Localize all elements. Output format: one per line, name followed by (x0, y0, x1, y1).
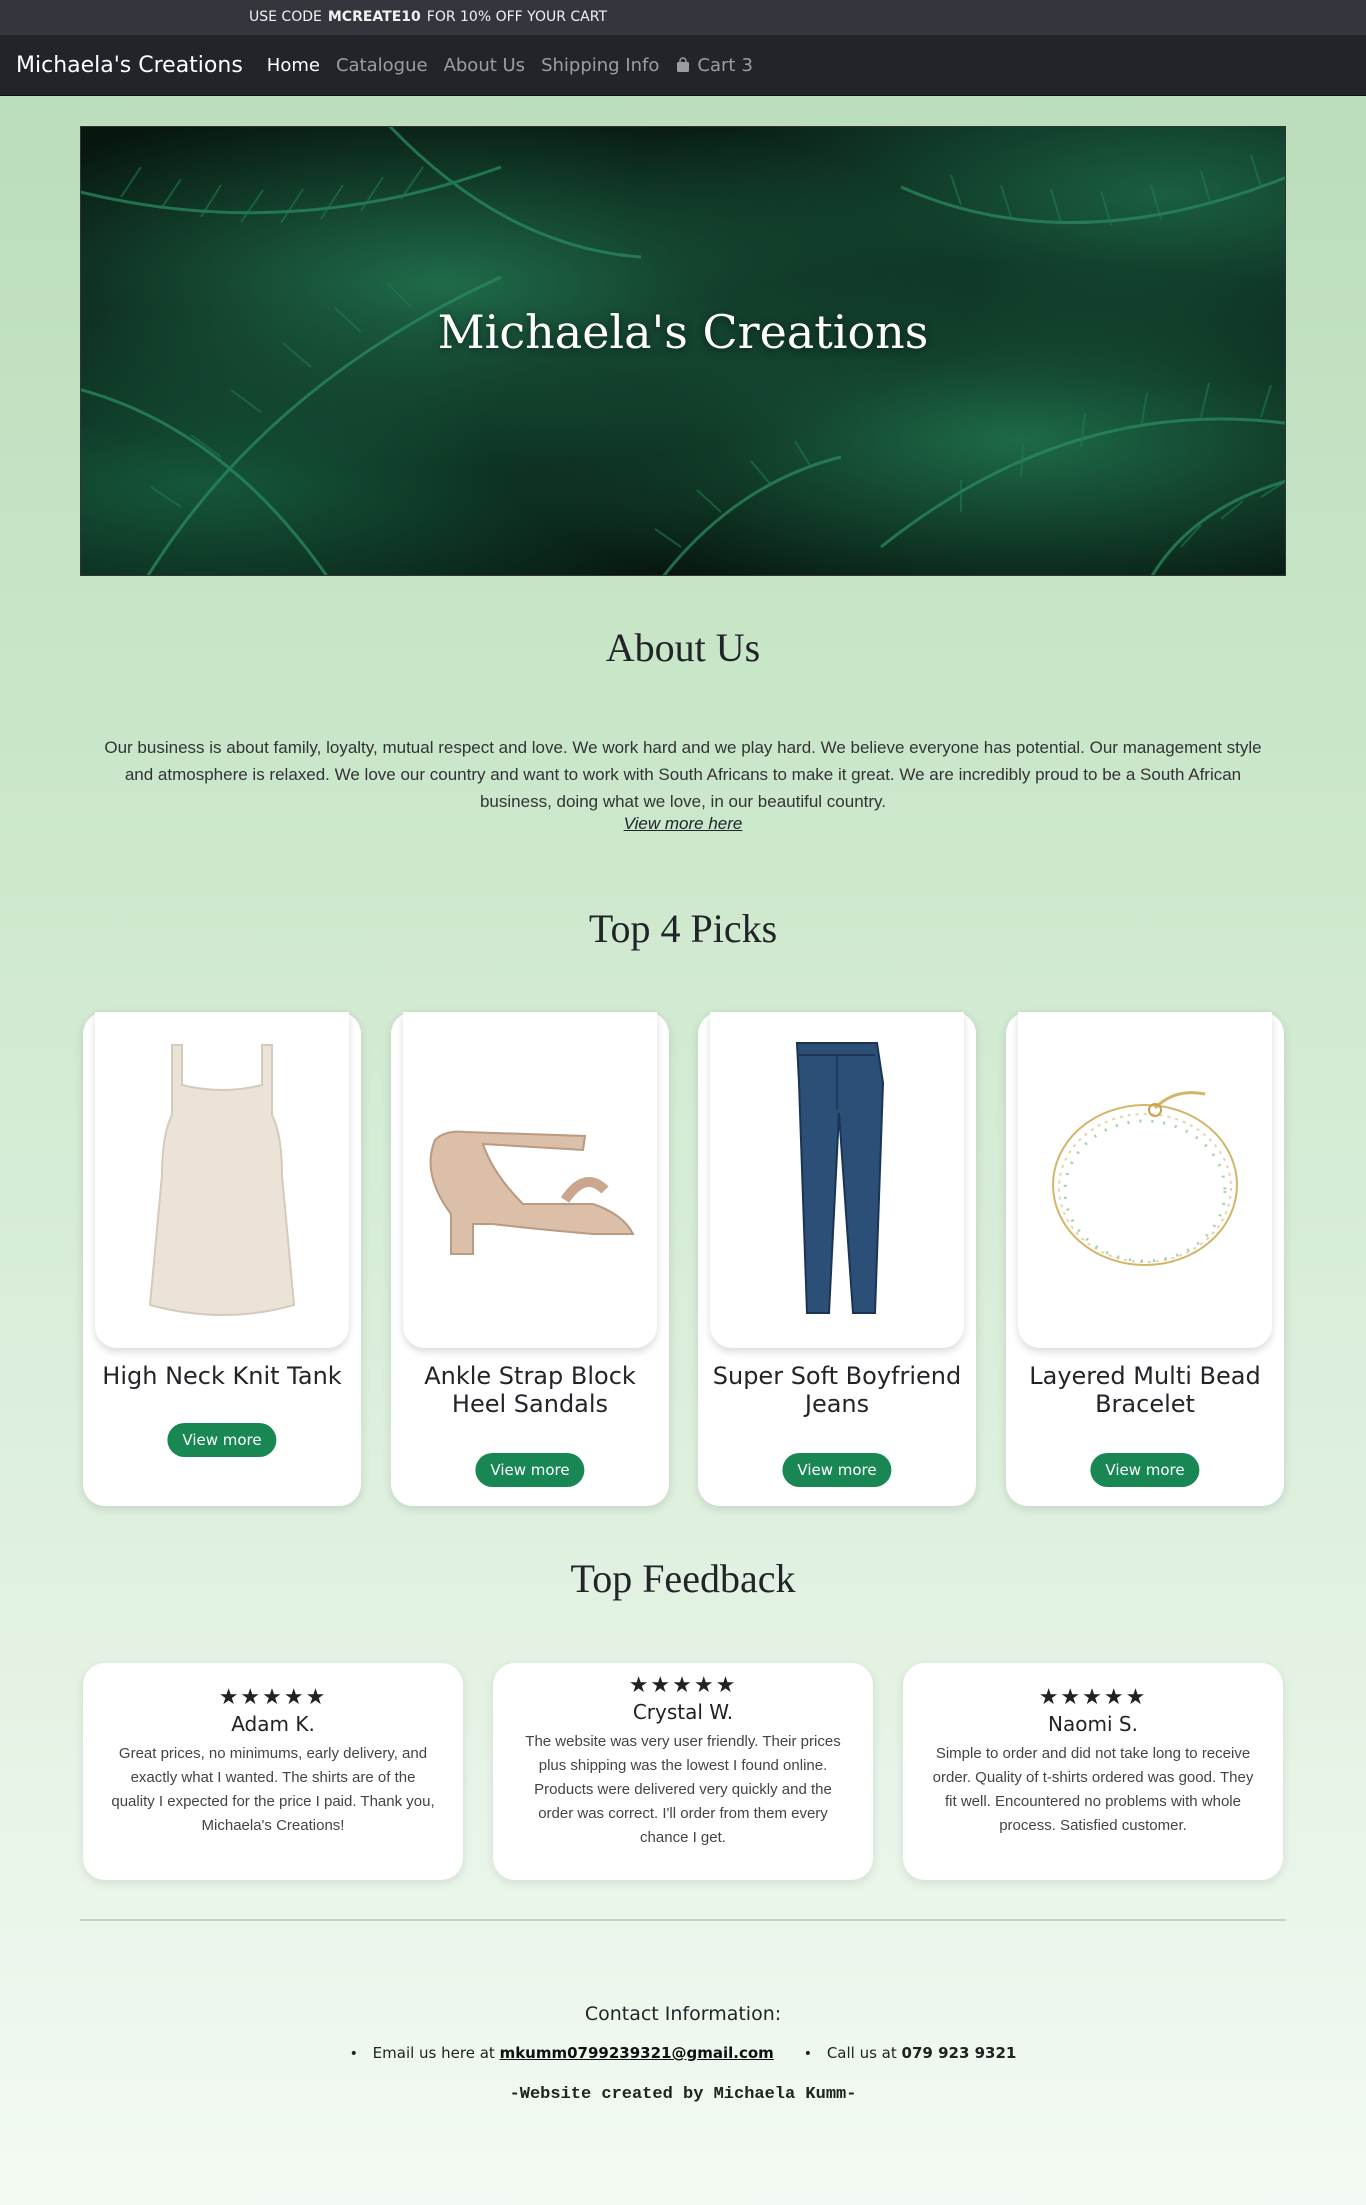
email-link[interactable]: mkumm0799239321@gmail.com (500, 2044, 774, 2062)
nav-catalogue[interactable]: Catalogue (336, 55, 428, 76)
contact-email-item: • Email us here at mkumm0799239321@gmail… (350, 2044, 774, 2062)
review-text: The website was very user friendly. Thei… (525, 1733, 841, 1846)
bullet-icon: • (803, 2046, 813, 2062)
rating-stars: ★★★★★ (218, 1685, 328, 1710)
product-image[interactable] (95, 1012, 349, 1348)
jeans-icon (795, 1042, 885, 1314)
shopping-bag-icon (677, 57, 690, 72)
product-title[interactable]: Ankle Strap Block Heel Sandals (401, 1362, 659, 1418)
view-more-button[interactable]: View more (1090, 1453, 1200, 1487)
about-text: Our business is about family, loyalty, m… (104, 738, 1262, 811)
footer-divider (80, 1919, 1286, 1921)
contact-phone-item: • Call us at 079 923 9321 (804, 2044, 1017, 2062)
feedback-card: ★★★★★ Adam K. Great prices, no minimums,… (83, 1663, 463, 1880)
bracelet-icon (1052, 1091, 1238, 1266)
hero-title: Michaela's Creations (437, 305, 929, 359)
product-card: High Neck Knit Tank View more (83, 1012, 361, 1506)
rating-stars: ★★★★★ (1038, 1685, 1148, 1710)
about-view-more-link[interactable]: View more here (0, 814, 1366, 834)
product-card: Super Soft Boyfriend Jeans View more (698, 1012, 976, 1506)
feedback-card: ★★★★★ Naomi S. Simple to order and did n… (903, 1663, 1283, 1880)
cart-label: Cart (697, 54, 736, 76)
email-prefix: Email us here at (372, 2044, 495, 2062)
promo-prefix: USE CODE (249, 9, 322, 25)
contact-heading: Contact Information: (584, 2003, 782, 2025)
product-card: Layered Multi Bead Bracelet View more (1006, 1012, 1284, 1506)
product-card: Ankle Strap Block Heel Sandals View more (391, 1012, 669, 1506)
product-title[interactable]: Layered Multi Bead Bracelet (1016, 1362, 1274, 1418)
brand-link[interactable]: Michaela's Creations (16, 53, 243, 78)
site-credit: -Website created by Michaela Kumm- (509, 2085, 857, 2104)
view-more-button[interactable]: View more (475, 1453, 585, 1487)
view-more-button[interactable]: View more (167, 1423, 277, 1457)
reviewer-name: Adam K. (231, 1712, 315, 1736)
promo-bar: USE CODE MCREATE10 FOR 10% OFF YOUR CART (0, 0, 1366, 35)
contact-list: • Email us here at mkumm0799239321@gmail… (0, 2044, 1366, 2062)
product-image[interactable] (1018, 1012, 1272, 1348)
rating-stars: ★★★★★ (628, 1673, 738, 1698)
nav-home[interactable]: Home (267, 55, 320, 76)
feedback-card: ★★★★★ Crystal W. The website was very us… (493, 1663, 873, 1880)
promo-suffix: FOR 10% OFF YOUR CART (426, 9, 608, 25)
tank-top-icon (148, 1044, 296, 1316)
phone-prefix: Call us at (826, 2044, 897, 2062)
product-title[interactable]: High Neck Knit Tank (93, 1362, 351, 1390)
reviewer-name: Crystal W. (632, 1700, 734, 1724)
reviewer-name: Naomi S. (1048, 1712, 1138, 1736)
product-title[interactable]: Super Soft Boyfriend Jeans (708, 1362, 966, 1418)
review-text: Simple to order and did not take long to… (932, 1745, 1254, 1834)
about-heading: About Us (605, 625, 761, 670)
top-picks-heading: Top 4 Picks (588, 906, 778, 951)
product-image[interactable] (403, 1012, 657, 1348)
hero-banner: Michaela's Creations (80, 126, 1286, 576)
nav-about-us[interactable]: About Us (444, 55, 526, 76)
nav-shipping-info[interactable]: Shipping Info (541, 55, 659, 76)
cart-count: 3 (741, 54, 753, 76)
product-image[interactable] (710, 1012, 964, 1348)
bullet-icon: • (349, 2046, 358, 2062)
sandal-icon (429, 1130, 635, 1255)
promo-code: MCREATE10 (327, 9, 421, 25)
top-feedback-heading: Top Feedback (570, 1556, 796, 1601)
view-more-button[interactable]: View more (782, 1453, 892, 1487)
review-text: Great prices, no minimums, early deliver… (111, 1745, 435, 1834)
navbar: Michaela's Creations Home Catalogue Abou… (0, 35, 1366, 96)
phone-number: 079 923 9321 (901, 2044, 1017, 2062)
nav-cart[interactable]: Cart 3 (675, 55, 753, 76)
